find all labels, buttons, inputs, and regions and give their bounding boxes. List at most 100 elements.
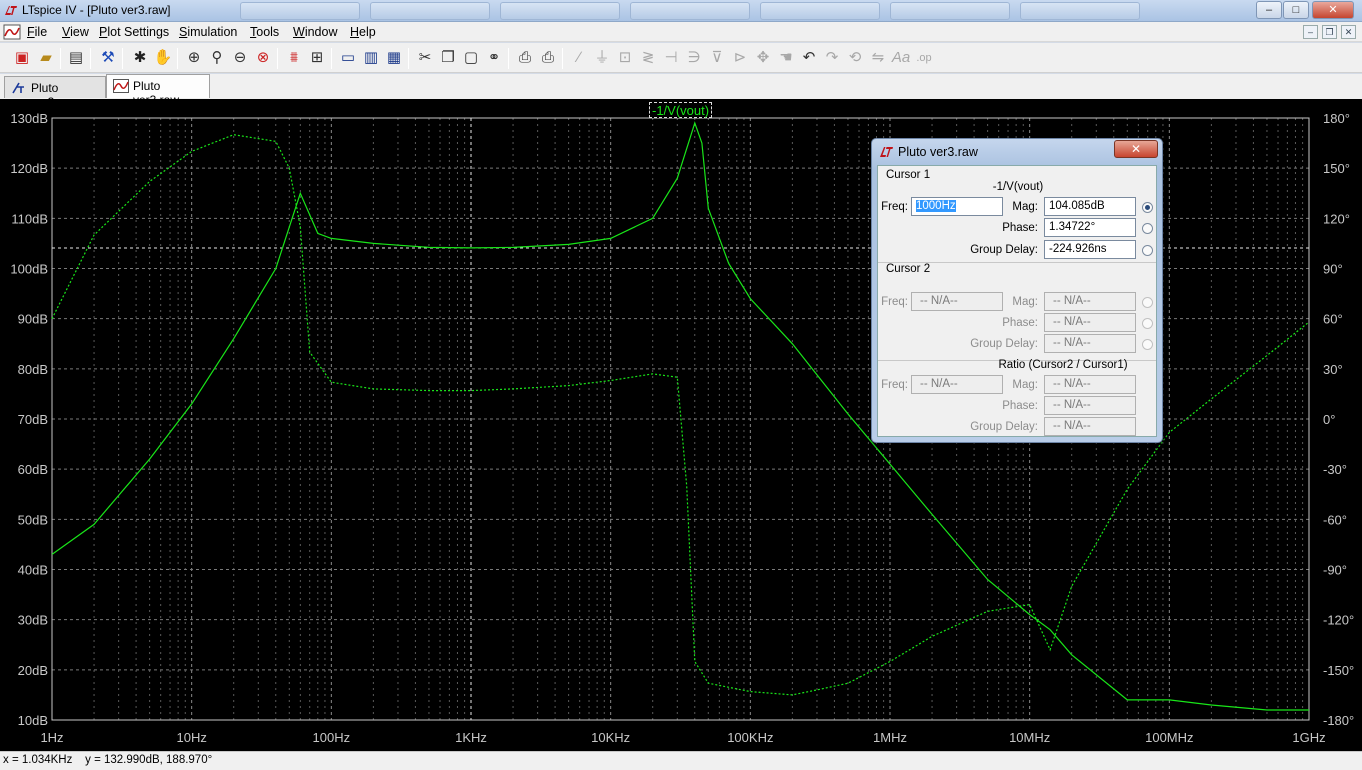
y-right-tick-label: -180° [1323,713,1354,728]
find-icon[interactable]: ⚭ [484,48,504,68]
cursor2-mag-label: Mag: [1012,296,1038,308]
redo-icon: ↷ [825,49,839,66]
task-button[interactable] [1020,2,1140,20]
y-left-tick-label: 120dB [10,161,48,176]
cursor1-trace-name: -1/V(vout) [992,181,1044,193]
menu-file[interactable]: File [27,25,47,39]
x-tick-label: 100Hz [313,730,351,745]
copy-icon[interactable]: ❐ [438,48,458,68]
ratio-phase-label: Phase: [1002,400,1038,412]
menu-window[interactable]: Window [293,25,337,39]
cursor1-freq-field[interactable]: 1000Hz [911,197,1003,216]
y-left-tick-label: 40dB [18,563,48,578]
task-button[interactable] [500,2,620,20]
tile-vertical-icon[interactable]: ▥ [361,48,381,68]
pan-icon[interactable]: ⚲ [207,48,227,68]
toolbar-separator [122,48,123,69]
ratio-group-label: Ratio (Cursor2 / Cursor1) [998,359,1128,371]
maximize-button[interactable]: □ [1283,1,1309,19]
y-right-tick-label: 180° [1323,111,1350,126]
menu-simulation[interactable]: Simulation [179,25,237,39]
cursor1-phase-field[interactable]: 1.34722° [1044,218,1136,237]
ground-icon: ⏚ [594,49,610,66]
y-left-tick-label: 100dB [10,262,48,277]
print-icon[interactable]: ⎙ [538,48,558,68]
cursor-dialog[interactable]: Pluto ver3.raw ✕ Cursor 1 -1/V(vout) Fre… [871,138,1163,443]
y-left-tick-label: 130dB [10,111,48,126]
task-button[interactable] [760,2,880,20]
task-button[interactable] [370,2,490,20]
mdi-close-button[interactable]: ✕ [1341,25,1356,39]
y-right-tick-label: 150° [1323,161,1350,176]
y-left-tick-label: 80dB [18,362,48,377]
mirror-icon: ⇋ [871,49,885,66]
waveform-doc-icon [3,24,21,40]
control-panel-icon[interactable]: ⚒ [98,48,118,68]
close-button[interactable]: ✕ [1312,1,1354,19]
cursor1-gd-field[interactable]: -224.926ns [1044,240,1136,259]
print-setup-icon[interactable]: ⎙ [515,48,535,68]
cursor2-group-label: Cursor 2 [886,263,931,275]
label-net-icon: ⊡ [618,49,632,66]
y-left-tick-label: 10dB [18,713,48,728]
cascade-icon[interactable]: ▦ [384,48,404,68]
halt-icon[interactable]: ✋ [153,48,173,68]
zoom-full-icon[interactable]: ⊗ [253,48,273,68]
move-icon: ✥ [756,49,770,66]
dialog-close-button[interactable]: ✕ [1114,140,1158,158]
y-right-tick-label: -120° [1323,613,1354,628]
y-right-tick-label: 90° [1323,262,1343,277]
y-right-tick-label: -60° [1323,512,1347,527]
paste-icon[interactable]: ▢ [461,48,481,68]
cursor2-freq-field: -- N/A-- [911,292,1003,311]
tile-horizontal-icon[interactable]: ▭ [338,48,358,68]
y-left-tick-label: 60dB [18,462,48,477]
cursor1-mag-label: Mag: [1012,201,1038,213]
tab-waveform[interactable]: Pluto ver3.raw [106,74,210,107]
status-bar: x = 1.034KHz y = 132.990dB, 188.970° [0,751,1362,770]
new-schematic-icon[interactable]: ▣ [12,48,32,68]
waveform-icon [113,79,129,93]
zoom-extents-icon[interactable]: ⊞ [307,48,327,68]
task-button[interactable] [630,2,750,20]
cursor2-gd-label: Group Delay: [970,338,1038,350]
cursor2-phase-field: -- N/A-- [1044,313,1136,332]
menu-bar: File View Plot Settings Simulation Tools… [0,22,1362,42]
resistor-icon: ≷ [641,49,655,66]
trace-label[interactable]: -1/V(vout) [649,102,713,118]
cursor2-phase-radio [1142,318,1153,329]
cursor1-group-label: Cursor 1 [886,169,931,181]
menu-plot-settings[interactable]: Plot Settings [99,25,169,39]
cursor2-gd-radio [1142,339,1153,350]
mdi-restore-button[interactable]: ❐ [1322,25,1337,39]
drag-icon: ☚ [779,49,793,66]
zoom-out-icon[interactable]: ⊖ [230,48,250,68]
autorange-icon[interactable]: ⩩ [284,48,304,68]
spice-directive-icon: .op [916,52,932,64]
menu-view[interactable]: View [62,25,89,39]
menu-help[interactable]: Help [350,25,376,39]
task-button[interactable] [890,2,1010,20]
window-title: LTspice IV - [Pluto ver3.raw] [22,3,171,17]
menu-tools[interactable]: Tools [250,25,279,39]
mdi-minimize-button[interactable]: – [1303,25,1318,39]
toolbar-separator [408,48,409,69]
cursor1-mag-radio[interactable] [1142,202,1153,213]
x-tick-label: 10Hz [176,730,206,745]
taskbar-strip [240,2,1240,20]
minimize-button[interactable]: – [1256,1,1282,19]
zoom-in-icon[interactable]: ⊕ [184,48,204,68]
cursor1-phase-radio[interactable] [1142,223,1153,234]
tab-schematic[interactable]: Pluto ver3.asc [4,76,106,109]
task-button[interactable] [240,2,360,20]
cut-icon[interactable]: ✂ [415,48,435,68]
dialog-body: Cursor 1 -1/V(vout) Freq: 1000Hz Mag: 10… [877,165,1157,437]
open-icon[interactable]: ▰ [36,48,56,68]
undo-icon[interactable]: ↶ [799,48,819,68]
x-tick-label: 1KHz [455,730,487,745]
toolbar-separator [60,48,61,69]
cursor1-gd-radio[interactable] [1142,245,1153,256]
run-icon[interactable]: ✱ [130,48,150,68]
save-icon[interactable]: ▤ [66,48,86,68]
cursor1-mag-field[interactable]: 104.085dB [1044,197,1136,216]
